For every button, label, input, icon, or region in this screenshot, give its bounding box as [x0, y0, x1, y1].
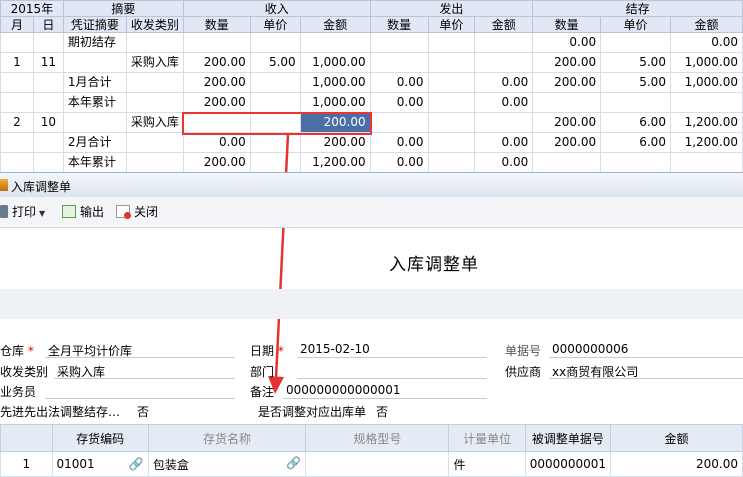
amount-cell[interactable]: 200.00	[610, 451, 743, 477]
detail-header-unit: 计量单位	[448, 424, 526, 452]
clerk-underline	[45, 398, 235, 399]
toolbar: 打印 ▼ 输出 关闭	[0, 197, 743, 228]
note-label: 备注	[250, 385, 275, 399]
form-band	[0, 289, 743, 319]
detail-header-spec: 规格型号	[305, 424, 450, 452]
export-icon	[62, 205, 76, 218]
printer-icon	[0, 205, 8, 218]
print-button[interactable]: 打印 ▼	[0, 204, 45, 220]
fifo-adjust-label: 先进先出法调整结存…	[0, 405, 121, 419]
detail-table: 存货编码 存货名称 规格型号 计量单位 被调整单据号 金额 1 01001 🔗 包…	[0, 424, 743, 477]
window-title: 入库调整单	[11, 180, 72, 194]
window-titlebar: 入库调整单	[0, 172, 743, 198]
date-field[interactable]: 2015-02-10	[300, 342, 370, 356]
detail-header-item-code: 存货编码	[51, 424, 149, 452]
paperclip-icon[interactable]: 🔗	[129, 457, 144, 471]
paperclip-icon[interactable]: 🔗	[286, 456, 301, 470]
adjust-outbound-field[interactable]: 否	[376, 403, 388, 420]
chevron-down-icon: ▼	[39, 209, 46, 218]
supplier-label: 供应商	[505, 365, 542, 379]
close-icon	[116, 205, 131, 219]
close-button[interactable]: 关闭	[116, 204, 158, 220]
docno-label: 单据号	[505, 344, 542, 358]
detail-header-index	[0, 424, 53, 452]
adjusted-docno-cell[interactable]: 0000000001	[524, 451, 612, 477]
row-index: 1	[0, 451, 53, 477]
adjust-outbound-label: 是否调整对应出库单	[258, 405, 367, 419]
item-code-cell[interactable]: 01001 🔗	[51, 451, 149, 477]
supplier-underline	[549, 378, 743, 379]
detail-header-amount: 金额	[610, 424, 743, 452]
docno-field[interactable]: 0000000006	[552, 342, 628, 356]
item-name-cell[interactable]: 包装盒 🔗	[147, 451, 307, 477]
note-field[interactable]: 000000000000001	[286, 383, 401, 397]
category-label: 收发类别	[0, 365, 49, 379]
dept-underline	[297, 378, 487, 379]
fifo-adjust-field[interactable]: 否	[137, 403, 149, 420]
docno-underline	[549, 357, 743, 358]
dept-label: 部门	[250, 365, 275, 379]
window-icon	[0, 179, 8, 191]
date-label: 日期 *	[250, 344, 284, 358]
unit-cell[interactable]: 件	[448, 451, 526, 477]
detail-header-adjusted-docno: 被调整单据号	[524, 424, 612, 452]
spec-cell[interactable]	[305, 451, 450, 477]
table-row[interactable]: 1 01001 🔗 包装盒 🔗 件 0000000001 200.00	[0, 451, 743, 477]
print-label: 打印	[12, 205, 37, 219]
warehouse-underline	[45, 357, 235, 358]
export-label: 输出	[80, 205, 105, 219]
category-underline	[54, 378, 235, 379]
date-underline	[297, 357, 487, 358]
close-label: 关闭	[134, 205, 159, 219]
detail-header-item-name: 存货名称	[147, 424, 307, 452]
note-underline	[283, 398, 487, 399]
clerk-label: 业务员	[0, 385, 37, 399]
form-title: 入库调整单	[389, 255, 479, 275]
export-button[interactable]: 输出	[62, 204, 104, 220]
warehouse-label: 仓库 *	[0, 344, 34, 358]
